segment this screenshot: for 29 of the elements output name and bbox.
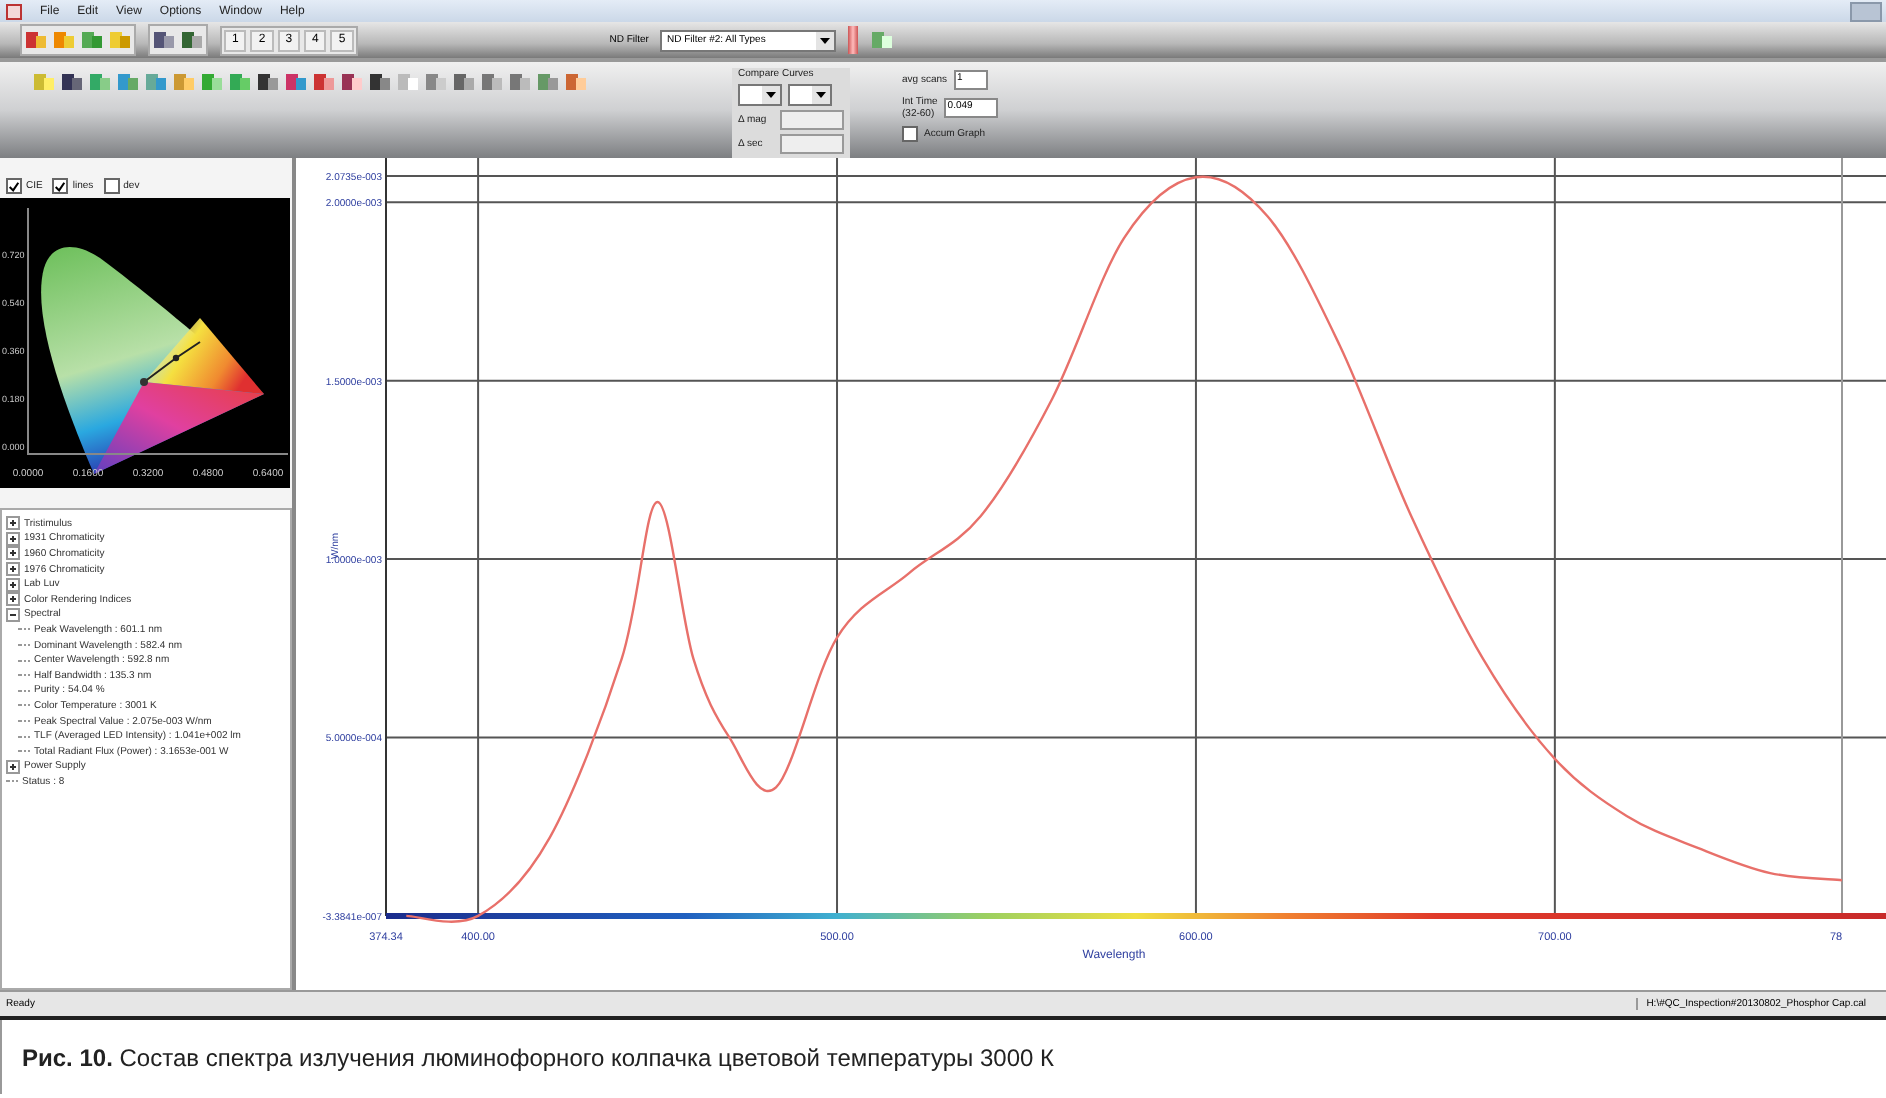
caret-icon [816,31,835,49]
caret-icon [762,86,780,104]
expand-icon[interactable] [6,562,20,577]
app-icon [6,3,22,19]
caret-icon [812,86,830,104]
toolbar-icon[interactable] [256,70,280,94]
toolbar-icon[interactable] [60,70,84,94]
checkbox[interactable] [6,178,22,194]
dropdown[interactable] [738,84,782,106]
expand-icon[interactable] [6,577,20,592]
toolbar-icon[interactable] [152,28,176,52]
window-controls[interactable] [1850,1,1882,21]
expand-icon[interactable] [6,531,20,546]
checkbox[interactable] [52,178,69,194]
toolbar-icon[interactable] [452,70,476,94]
checkbox[interactable] [902,126,918,142]
expand-icon[interactable] [6,516,20,531]
figure-caption: Рис. 10. Состав спектра излучения люминофорного колпачка цветовой температуры 3000 К [22,1043,1055,1071]
checkbox[interactable] [103,178,120,194]
toolbar-icon[interactable] [340,70,364,94]
input-field[interactable] [780,134,844,154]
toolbar-icon[interactable] [180,28,204,52]
expand-icon[interactable] [6,759,20,774]
dropdown[interactable] [788,84,832,106]
expand-icon[interactable] [6,592,20,607]
collapse-icon[interactable] [6,607,20,622]
input-field[interactable] [780,110,844,130]
toolbar-icon[interactable] [368,70,392,94]
expand-icon[interactable] [6,546,20,561]
